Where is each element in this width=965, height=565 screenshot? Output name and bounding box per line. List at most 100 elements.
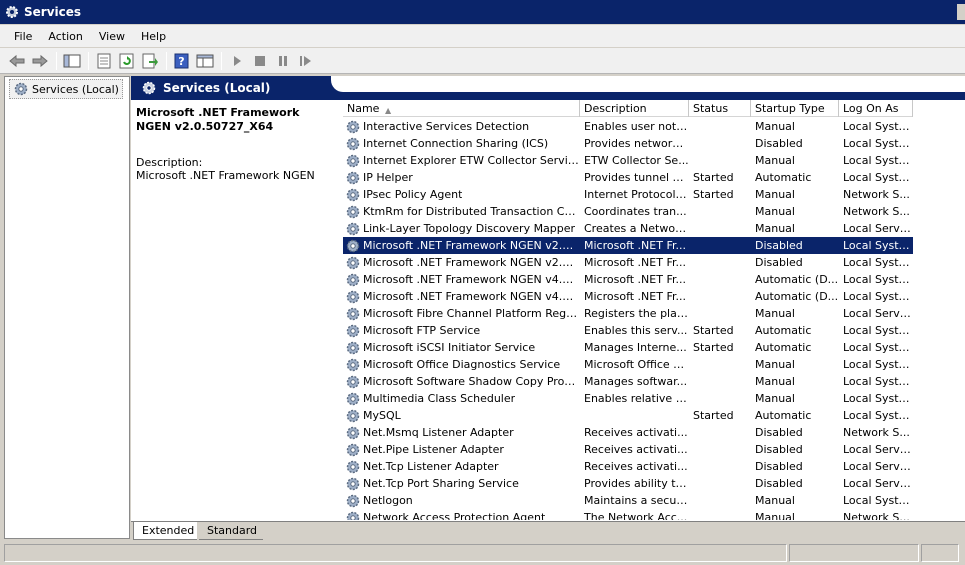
cell-description: Microsoft .NET Fr... <box>584 290 686 303</box>
table-row[interactable]: Internet Explorer ETW Collector Service E… <box>343 152 913 169</box>
cell-log-on-as: Local System <box>843 273 913 286</box>
table-row[interactable]: Microsoft .NET Framework NGEN v4.0.303..… <box>343 271 913 288</box>
table-row[interactable]: Microsoft FTP Service Enables this serv..… <box>343 322 913 339</box>
cell-description: Provides network... <box>584 137 689 150</box>
svg-text:?: ? <box>178 55 184 68</box>
cell-description: The Network Acc... <box>584 511 688 520</box>
tab-standard[interactable]: Standard <box>199 522 263 540</box>
cell-status <box>689 305 751 322</box>
stop-service-button[interactable] <box>249 50 271 72</box>
menu-action[interactable]: Action <box>40 28 90 45</box>
table-row[interactable]: Network Access Protection Agent The Netwo… <box>343 509 913 520</box>
gear-icon <box>346 307 360 320</box>
cell-description: Microsoft .NET Fr... <box>584 239 686 252</box>
table-row[interactable]: Link-Layer Topology Discovery Mapper Crea… <box>343 220 913 237</box>
cell-startup-type: Disabled <box>755 443 803 456</box>
table-row[interactable]: Internet Connection Sharing (ICS) Provide… <box>343 135 913 152</box>
table-row[interactable]: Microsoft .NET Framework NGEN v2.0.507..… <box>343 237 913 254</box>
table-row[interactable]: Microsoft iSCSI Initiator Service Manages… <box>343 339 913 356</box>
pane-header: Services (Local) <box>131 76 965 100</box>
restart-service-icon <box>300 55 311 66</box>
cell-log-on-as: Local Service <box>843 460 913 473</box>
table-row[interactable]: Net.Pipe Listener Adapter Receives activa… <box>343 441 913 458</box>
window-control-button[interactable] <box>957 4 965 20</box>
forward-arrow-icon <box>32 54 48 67</box>
table-row[interactable]: Netlogon Maintains a secur... Manual Local … <box>343 492 913 509</box>
tree-item-services-local[interactable]: Services (Local) <box>9 79 123 99</box>
cell-log-on-as: Local System <box>843 290 913 303</box>
cell-log-on-as: Local System <box>843 324 913 337</box>
cell-startup-type: Disabled <box>755 137 803 150</box>
menu-view[interactable]: View <box>91 28 133 45</box>
menu-file[interactable]: File <box>6 28 40 45</box>
gear-icon <box>346 324 360 337</box>
table-row[interactable]: Microsoft .NET Framework NGEN v2.0.507..… <box>343 254 913 271</box>
table-row[interactable]: IP Helper Provides tunnel c... Started Auto… <box>343 169 913 186</box>
pause-service-button[interactable] <box>272 50 294 72</box>
cell-status <box>689 356 751 373</box>
gear-icon <box>346 239 360 252</box>
cell-log-on-as: Local Service <box>843 222 913 235</box>
service-name: Netlogon <box>363 494 413 507</box>
column-header-name[interactable]: Name ▲ <box>343 100 580 117</box>
table-row[interactable]: Microsoft Fibre Channel Platform Regist r… <box>343 305 913 322</box>
pane-header-decoration <box>331 76 965 92</box>
cell-name: Microsoft .NET Framework NGEN v4.0.303..… <box>343 288 580 305</box>
start-service-icon <box>234 55 241 66</box>
refresh-button[interactable] <box>116 50 138 72</box>
description-pane: Microsoft .NET Framework NGEN v2.0.50727… <box>136 106 336 182</box>
column-header-log-on-as[interactable]: Log On As <box>839 100 913 117</box>
properties-button[interactable] <box>93 50 115 72</box>
restart-service-button[interactable] <box>295 50 317 72</box>
cell-description: Maintains a secur... <box>584 494 689 507</box>
help-button[interactable]: ? <box>171 50 193 72</box>
view-pane-button[interactable] <box>194 50 216 72</box>
cell-startup-type: Manual <box>755 188 795 201</box>
column-header-startup-type[interactable]: Startup Type <box>751 100 839 117</box>
cell-status <box>689 509 751 520</box>
show-hide-tree-button[interactable] <box>61 50 83 72</box>
table-row[interactable]: Net.Tcp Listener Adapter Receives activat… <box>343 458 913 475</box>
table-row[interactable]: KtmRm for Distributed Transaction Coordi… <box>343 203 913 220</box>
table-row[interactable]: Interactive Services Detection Enables us… <box>343 118 913 135</box>
forward-button[interactable] <box>29 50 51 72</box>
gear-icon <box>346 273 360 286</box>
cell-startup-type: Disabled <box>755 256 803 269</box>
table-row[interactable]: Microsoft .NET Framework NGEN v4.0.303..… <box>343 288 913 305</box>
cell-startup-type: Manual <box>755 392 795 405</box>
cell-description <box>580 407 689 424</box>
status-cell-main <box>4 543 788 562</box>
cell-startup-type: Manual <box>755 358 795 371</box>
tab-extended[interactable]: Extended <box>133 522 197 540</box>
cell-name: Microsoft FTP Service <box>343 322 580 339</box>
back-button[interactable] <box>6 50 28 72</box>
start-service-button[interactable] <box>226 50 248 72</box>
cell-log-on-as: Local System <box>843 358 913 371</box>
gear-icon <box>346 290 360 303</box>
service-name: Net.Pipe Listener Adapter <box>363 443 504 456</box>
status-bar <box>0 540 965 565</box>
cell-description: Registers the plat... <box>584 307 689 320</box>
export-list-button[interactable] <box>139 50 161 72</box>
table-row[interactable]: MySQL Started Automatic Local System <box>343 407 913 424</box>
table-row[interactable]: IPsec Policy Agent Internet Protocol ... S… <box>343 186 913 203</box>
table-row[interactable]: Microsoft Office Diagnostics Service Micr… <box>343 356 913 373</box>
cell-startup-type: Disabled <box>755 460 803 473</box>
gear-icon <box>346 494 360 507</box>
table-row[interactable]: Net.Tcp Port Sharing Service Provides abi… <box>343 475 913 492</box>
column-header-description[interactable]: Description <box>580 100 689 117</box>
menu-help[interactable]: Help <box>133 28 174 45</box>
cell-name: Microsoft .NET Framework NGEN v2.0.507..… <box>343 237 580 254</box>
cell-name: KtmRm for Distributed Transaction Coordi… <box>343 203 580 220</box>
cell-startup-type: Manual <box>755 307 795 320</box>
cell-startup-type: Automatic <box>755 341 812 354</box>
sort-ascending-icon: ▲ <box>385 106 392 115</box>
cell-log-on-as: Local System <box>843 375 913 388</box>
cell-name: Interactive Services Detection <box>343 118 580 135</box>
table-row[interactable]: Microsoft Software Shadow Copy Provider M… <box>343 373 913 390</box>
column-header-status[interactable]: Status <box>689 100 751 117</box>
cell-log-on-as: Local System <box>843 256 913 269</box>
table-row[interactable]: Net.Msmq Listener Adapter Receives activa… <box>343 424 913 441</box>
cell-description: Enables relative p... <box>584 392 689 405</box>
table-row[interactable]: Multimedia Class Scheduler Enables relati… <box>343 390 913 407</box>
